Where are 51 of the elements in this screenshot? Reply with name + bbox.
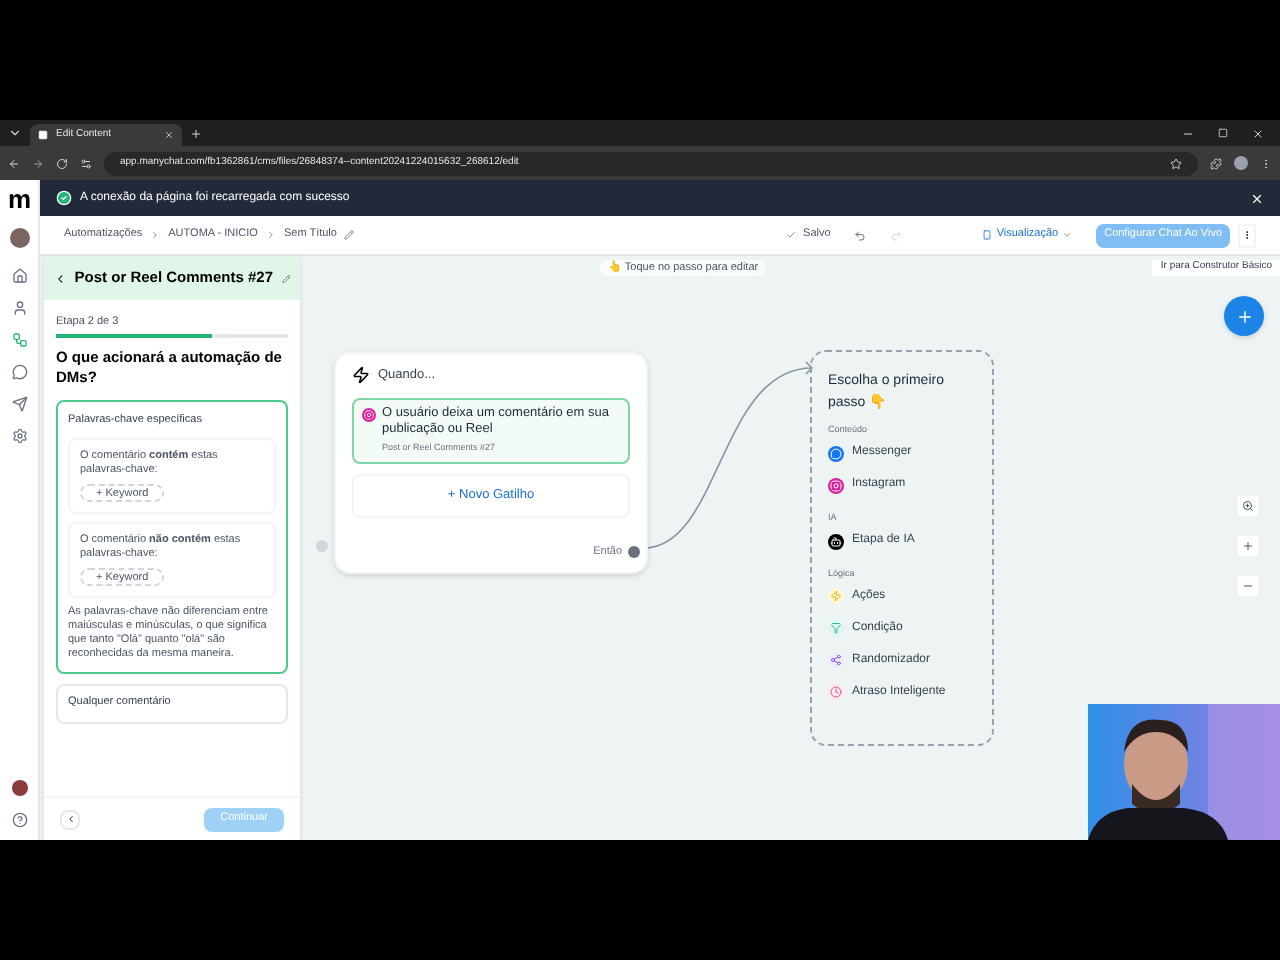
home-icon[interactable] bbox=[11, 268, 27, 284]
caret-icon bbox=[1062, 230, 1073, 240]
filter-icon bbox=[828, 620, 844, 637]
site-settings-icon[interactable] bbox=[80, 157, 92, 169]
app-logo[interactable]: m bbox=[8, 185, 30, 211]
profile-avatar[interactable] bbox=[1234, 156, 1248, 170]
forward-icon[interactable] bbox=[32, 157, 44, 169]
chevron-icon bbox=[265, 230, 276, 240]
help-icon[interactable] bbox=[11, 812, 27, 828]
chevron-icon bbox=[150, 230, 161, 240]
messenger-icon bbox=[828, 445, 844, 462]
tab-list-icon[interactable] bbox=[8, 126, 22, 140]
site-icon bbox=[38, 130, 48, 140]
more-button[interactable] bbox=[1238, 223, 1256, 247]
clock-icon bbox=[828, 684, 844, 701]
edit-icon[interactable] bbox=[281, 273, 290, 283]
instagram-icon bbox=[362, 407, 376, 422]
robot-icon bbox=[828, 533, 844, 549]
undo-icon[interactable] bbox=[854, 229, 867, 241]
maximize-icon[interactable] bbox=[1218, 128, 1228, 138]
settings-icon[interactable] bbox=[11, 428, 27, 444]
broadcast-icon[interactable] bbox=[11, 396, 27, 412]
minimize-icon[interactable] bbox=[1182, 128, 1194, 140]
output-handle[interactable] bbox=[628, 545, 640, 558]
extensions-icon[interactable] bbox=[1210, 157, 1222, 169]
zoom-button[interactable] bbox=[1238, 496, 1258, 516]
node-handle[interactable] bbox=[316, 540, 328, 552]
check-icon bbox=[785, 230, 796, 240]
plus-icon bbox=[1242, 540, 1254, 552]
back-icon[interactable] bbox=[54, 271, 67, 285]
share-icon bbox=[828, 652, 844, 669]
contacts-icon[interactable] bbox=[11, 300, 27, 316]
bookmark-icon[interactable] bbox=[1170, 157, 1182, 169]
automation-icon[interactable] bbox=[11, 332, 27, 348]
phone-icon bbox=[982, 230, 993, 240]
add-button[interactable] bbox=[1224, 296, 1264, 336]
success-icon bbox=[56, 190, 72, 206]
user-avatar[interactable] bbox=[9, 228, 29, 248]
new-tab-icon[interactable] bbox=[190, 128, 202, 140]
plus-icon bbox=[1235, 307, 1253, 325]
user-avatar[interactable] bbox=[11, 780, 27, 796]
chat-icon[interactable] bbox=[11, 364, 27, 380]
reload-icon[interactable] bbox=[56, 157, 68, 169]
chevron-icon bbox=[65, 814, 75, 824]
lightning-icon bbox=[352, 366, 370, 385]
instagram-icon bbox=[828, 477, 844, 494]
close-icon[interactable] bbox=[1252, 128, 1264, 140]
option-card[interactable] bbox=[56, 400, 288, 673]
lightning-icon bbox=[828, 588, 844, 605]
search-icon bbox=[1242, 500, 1254, 512]
minus-icon bbox=[1242, 580, 1254, 592]
